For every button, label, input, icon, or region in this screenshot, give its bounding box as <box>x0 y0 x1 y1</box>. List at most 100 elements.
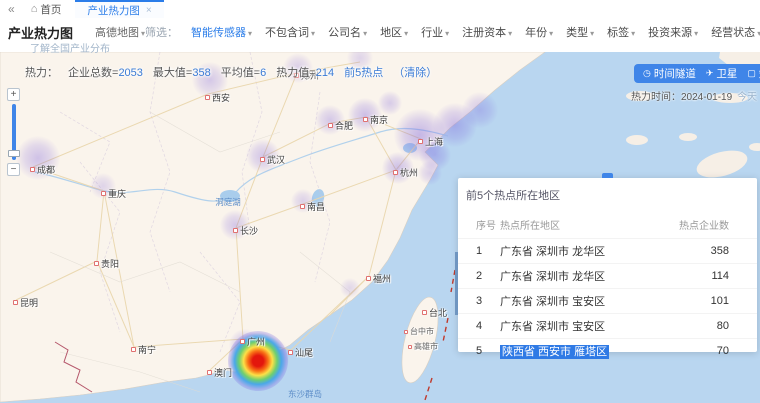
filter-dropdown[interactable]: 标签▾ <box>607 24 635 40</box>
map-provider-select[interactable]: 高德地图▾ <box>95 24 145 40</box>
map-tool-label: 时间隧道 <box>654 66 696 81</box>
city-name: 南京 <box>370 113 388 126</box>
table-row[interactable]: 1 广东省 深圳市 龙华区 358 <box>458 239 757 264</box>
panel-handle[interactable] <box>602 173 613 178</box>
table-column-header: 序号 <box>458 213 500 239</box>
stat-item: 热力值=214 <box>276 64 334 80</box>
panel-scrollbar[interactable] <box>455 252 458 315</box>
city-name: 台中市 <box>410 326 434 337</box>
tab-bar: « ⌂ 首页 产业热力图 × <box>0 0 760 18</box>
row-count: 101 <box>671 289 757 314</box>
city-name: 合肥 <box>335 119 353 132</box>
map-tool-rectangle[interactable]: ▢矩形 <box>747 66 760 81</box>
chevron-down-icon: ▾ <box>508 29 512 38</box>
map-tool-label: 卫星 <box>716 66 737 81</box>
zoom-slider-handle[interactable] <box>8 150 20 157</box>
city-label-上海: 上海 <box>418 135 443 148</box>
filter-dropdown[interactable]: 注册资本▾ <box>462 24 512 40</box>
close-tab-icon[interactable]: × <box>146 5 152 16</box>
city-label-成都: 成都 <box>30 163 55 176</box>
filter-dropdown[interactable]: 类型▾ <box>566 24 594 40</box>
filter-dropdown[interactable]: 地区▾ <box>380 24 408 40</box>
city-name: 广州 <box>247 335 265 348</box>
row-index: 2 <box>458 264 500 289</box>
zoom-out-button[interactable]: − <box>7 163 20 176</box>
stat-item: 最大值=358 <box>153 64 211 80</box>
city-marker-icon <box>288 350 293 355</box>
city-label-长沙: 长沙 <box>233 224 258 237</box>
city-label-澳门: 澳门 <box>207 366 232 379</box>
city-marker-icon <box>393 170 398 175</box>
satellite-icon: ✈ <box>706 68 714 79</box>
city-label-合肥: 合肥 <box>328 119 353 132</box>
row-region: 广东省 深圳市 宝安区 <box>500 289 671 314</box>
city-marker-icon <box>131 347 136 352</box>
city-name: 重庆 <box>108 187 126 200</box>
city-marker-icon <box>94 261 99 266</box>
toolbar: 产业热力图 高德地图▾ 筛选：智能传感器▾不包含词▾公司名▾地区▾行业▾注册资本… <box>0 18 760 46</box>
chevron-down-icon: ▾ <box>363 29 367 38</box>
city-marker-icon <box>363 117 368 122</box>
map-tool-satellite[interactable]: ✈卫星 <box>706 66 738 81</box>
city-name: 南宁 <box>138 343 156 356</box>
collapse-sidebar-icon[interactable]: « <box>8 2 15 16</box>
heat-time-today[interactable]: 今天 <box>737 92 757 103</box>
city-name: 昆明 <box>20 296 38 309</box>
filter-dropdown[interactable]: 公司名▾ <box>328 24 367 40</box>
filter-dropdown[interactable]: 不包含词▾ <box>265 24 315 40</box>
map-tool-time-tunnel[interactable]: ◷时间隧道 <box>643 66 696 81</box>
row-region: 广东省 深圳市 龙华区 <box>500 239 671 264</box>
city-name: 西安 <box>212 91 230 104</box>
city-name: 武汉 <box>267 153 285 166</box>
map-zoom-control: + − <box>7 88 21 176</box>
map-canvas[interactable]: 成都重庆贵阳昆明南宁西安郑州武汉合肥南京上海杭州长沙南昌福州广州澳门汕尾台北台中… <box>0 52 760 403</box>
top5-table: 序号热点所在地区热点企业数 1 广东省 深圳市 龙华区 358 2 广东省 深圳… <box>458 213 757 363</box>
tab-industry-heatmap[interactable]: 产业热力图 × <box>75 0 163 18</box>
filter-bar: 筛选：智能传感器▾不包含词▾公司名▾地区▾行业▾注册资本▾年份▾类型▾标签▾投资… <box>145 24 760 40</box>
industry-heatmap-page: « ⌂ 首页 产业热力图 × 产业热力图 高德地图▾ 筛选：智能传感器▾不包含词… <box>0 0 760 403</box>
city-label-台中市: 台中市 <box>404 326 434 337</box>
filter-dropdown[interactable]: 智能传感器▾ <box>191 24 252 40</box>
city-name: 上海 <box>425 135 443 148</box>
clear-link[interactable]: （清除） <box>393 64 437 80</box>
heat-time-date[interactable]: 2024-01-19 <box>681 92 732 103</box>
chevron-down-icon: ▾ <box>311 29 315 38</box>
city-label-西安: 西安 <box>205 91 230 104</box>
table-row[interactable]: 4 广东省 深圳市 宝安区 80 <box>458 314 757 339</box>
filter-dropdown[interactable]: 年份▾ <box>525 24 553 40</box>
filter-dropdown[interactable]: 经营状态▾ <box>711 24 760 40</box>
table-row[interactable]: 3 广东省 深圳市 宝安区 101 <box>458 289 757 314</box>
city-name: 福州 <box>373 272 391 285</box>
table-row[interactable]: 5 陕西省 西安市 雁塔区 70 <box>458 339 757 364</box>
row-count: 114 <box>671 264 757 289</box>
city-marker-icon <box>240 339 245 344</box>
stats-prefix: 热力： <box>25 64 58 80</box>
city-label-台北: 台北 <box>422 306 447 319</box>
row-region: 广东省 深圳市 龙华区 <box>500 264 671 289</box>
filter-dropdown[interactable]: 投资来源▾ <box>648 24 698 40</box>
filter-dropdown[interactable]: 行业▾ <box>421 24 449 40</box>
row-index: 1 <box>458 239 500 264</box>
city-label-昆明: 昆明 <box>13 296 38 309</box>
city-marker-icon <box>30 167 35 172</box>
row-region: 陕西省 西安市 雁塔区 <box>500 339 671 364</box>
tab-home[interactable]: ⌂ 首页 <box>31 2 62 17</box>
zoom-slider[interactable] <box>12 104 16 160</box>
water-label-洞庭湖: 洞庭湖 <box>215 196 241 208</box>
city-marker-icon <box>328 123 333 128</box>
zoom-in-button[interactable]: + <box>7 88 20 101</box>
top5-hotspots-link[interactable]: 前5热点 <box>344 64 383 80</box>
city-label-高雄市: 高雄市 <box>408 341 438 352</box>
rectangle-icon: ▢ <box>747 68 756 79</box>
map-provider-label: 高德地图 <box>95 27 139 39</box>
tab-industry-heatmap-label: 产业热力图 <box>87 3 140 18</box>
chevron-down-icon: ▾ <box>631 29 635 38</box>
table-row[interactable]: 2 广东省 深圳市 龙华区 114 <box>458 264 757 289</box>
city-name: 澳门 <box>214 366 232 379</box>
city-name: 长沙 <box>240 224 258 237</box>
chevron-down-icon: ▾ <box>404 29 408 38</box>
heat-time: 热力时间：2024-01-19今天 <box>631 88 757 103</box>
tab-home-label: 首页 <box>40 2 61 17</box>
row-count: 70 <box>671 339 757 364</box>
stat-item: 平均值=6 <box>221 64 267 80</box>
